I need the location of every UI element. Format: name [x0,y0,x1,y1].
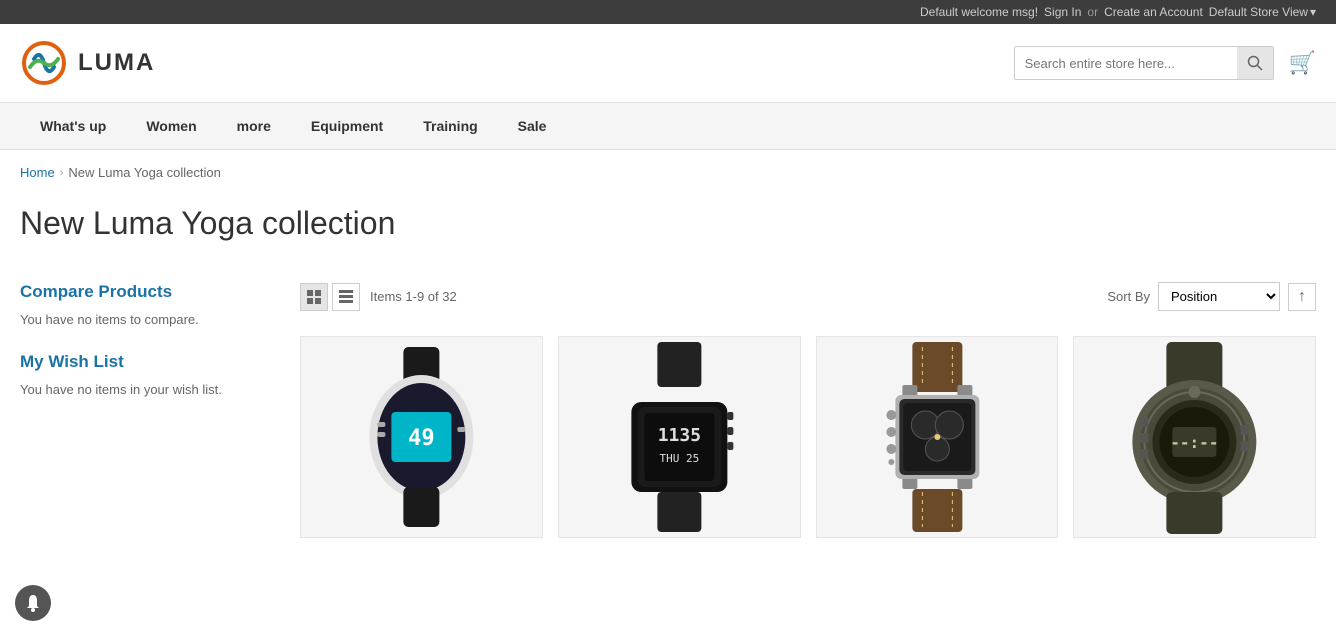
products-grid: 49 [300,336,1316,538]
header: LUMA 🛒 [0,24,1336,103]
nav-whats-up[interactable]: What's up [20,103,126,149]
notification-bell[interactable] [15,585,51,621]
sort-select[interactable]: Position Product Name Price [1158,282,1280,311]
store-view-selector[interactable]: Default Store View ▾ [1209,5,1316,19]
search-input[interactable] [1015,48,1237,79]
watch-4-svg: --:-- [1074,337,1315,537]
breadcrumb-current: New Luma Yoga collection [68,165,221,180]
search-box[interactable] [1014,46,1274,80]
grid-view-buttons [300,283,360,311]
cart-icon[interactable]: 🛒 [1289,50,1316,76]
watch-2-svg: 1135 THU 25 [559,337,800,537]
main-content: Items 1-9 of 32 Sort By Position Product… [300,272,1316,538]
sort-direction-button[interactable]: ↑ [1288,283,1316,311]
wishlist-text: You have no items in your wish list. [20,382,280,397]
grid-view-button[interactable] [300,283,328,311]
nav-equipment[interactable]: Equipment [291,103,403,149]
nav-sale[interactable]: Sale [498,103,567,149]
top-bar: Default welcome msg! Sign In or Create a… [0,0,1336,24]
svg-text:49: 49 [408,426,435,451]
nav-women[interactable]: Women [126,103,216,149]
main-nav: What's up Women more Equipment Training … [0,103,1336,150]
product-image: 49 [301,337,542,537]
search-button[interactable] [1237,47,1273,79]
compare-products-text: You have no items to compare. [20,312,280,327]
nav-training[interactable]: Training [403,103,497,149]
toolbar-right: Sort By Position Product Name Price ↑ [1107,282,1316,311]
compare-products-block: Compare Products You have no items to co… [20,282,280,327]
logo-text: LUMA [78,49,155,77]
page-title: New Luma Yoga collection [0,195,1336,242]
logo-icon [20,39,68,87]
product-image: --:-- [1074,337,1315,537]
compare-products-title: Compare Products [20,282,280,302]
svg-text:--:--: --:-- [1171,433,1219,452]
chevron-down-icon: ▾ [1310,5,1316,19]
product-image [817,337,1058,537]
logo[interactable]: LUMA [20,39,155,87]
items-count: Items 1-9 of 32 [370,289,457,304]
svg-text:THU 25: THU 25 [659,452,699,465]
header-right: 🛒 [1014,46,1316,80]
grid-icon [307,290,321,304]
watch-3-svg [817,337,1058,537]
sign-in-link[interactable]: Sign In [1044,5,1081,19]
welcome-msg: Default welcome msg! [920,5,1038,19]
list-view-button[interactable] [332,283,360,311]
product-image: 1135 THU 25 [559,337,800,537]
nav-more[interactable]: more [217,103,291,149]
wishlist-title: My Wish List [20,352,280,372]
create-account-link[interactable]: Create an Account [1104,5,1203,19]
toolbar: Items 1-9 of 32 Sort By Position Product… [300,272,1316,321]
toolbar-left: Items 1-9 of 32 [300,283,457,311]
product-card[interactable]: 49 [300,336,543,538]
watch-1-svg: 49 [301,337,542,537]
product-card[interactable] [816,336,1059,538]
bell-icon [23,593,43,613]
sidebar: Compare Products You have no items to co… [20,272,280,538]
breadcrumb-separator: › [60,167,64,179]
or-separator: or [1087,5,1098,19]
wishlist-block: My Wish List You have no items in your w… [20,352,280,397]
breadcrumb-home[interactable]: Home [20,165,55,180]
store-view-label: Default Store View [1209,5,1308,19]
breadcrumb: Home › New Luma Yoga collection [0,150,1336,195]
search-icon [1247,55,1263,71]
content-area: Compare Products You have no items to co… [0,272,1336,538]
sort-label: Sort By [1107,289,1150,304]
product-card[interactable]: 1135 THU 25 [558,336,801,538]
product-card[interactable]: --:-- [1073,336,1316,538]
svg-text:1135: 1135 [657,425,700,446]
list-icon [339,290,353,304]
